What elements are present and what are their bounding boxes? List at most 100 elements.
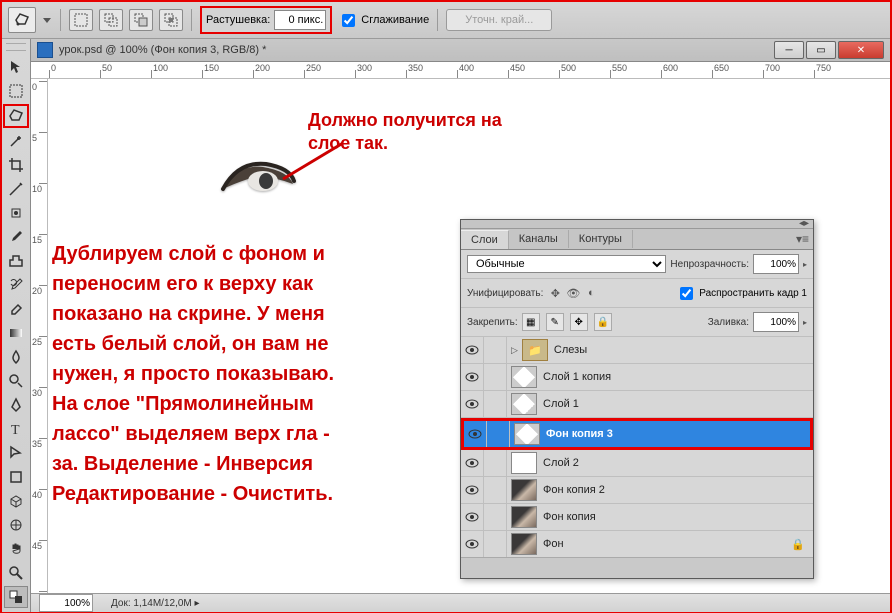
history-brush-tool[interactable]	[4, 274, 28, 296]
visibility-toggle[interactable]	[461, 531, 484, 557]
layer-name[interactable]: Фон	[543, 538, 791, 550]
magic-wand-tool[interactable]	[4, 130, 28, 152]
blur-tool[interactable]	[4, 346, 28, 368]
propagate-check[interactable]	[680, 287, 693, 300]
ruler-vertical[interactable]: 05101520253035404550	[31, 79, 48, 593]
unify-style-icon[interactable]: ◐	[583, 286, 599, 300]
selection-new-button[interactable]	[69, 9, 93, 31]
layer-row[interactable]: Фон копия 3	[461, 418, 813, 450]
layer-name[interactable]: Слой 2	[543, 457, 813, 469]
healing-brush-tool[interactable]	[4, 202, 28, 224]
layer-row[interactable]: Слой 1 копия	[461, 364, 813, 391]
unify-position-icon[interactable]: ✥	[547, 286, 563, 300]
opacity-dropdown[interactable]: ▸	[803, 260, 807, 269]
window-close-button[interactable]: ✕	[838, 41, 884, 59]
link-cell[interactable]	[487, 421, 510, 447]
layer-row[interactable]: Слой 1	[461, 391, 813, 418]
lock-position-button[interactable]: ✥	[570, 313, 588, 331]
group-toggle-icon[interactable]: ▷	[511, 345, 518, 356]
selection-add-button[interactable]	[99, 9, 123, 31]
link-cell[interactable]	[484, 364, 507, 390]
tool-preset-dropdown[interactable]	[42, 8, 52, 32]
link-cell[interactable]	[484, 337, 507, 363]
hand-tool[interactable]	[4, 538, 28, 560]
link-cell[interactable]	[484, 504, 507, 530]
window-minimize-button[interactable]: ─	[774, 41, 804, 59]
visibility-toggle[interactable]	[461, 364, 484, 390]
fill-input[interactable]	[753, 312, 799, 332]
marquee-tool[interactable]	[4, 80, 28, 102]
lasso-tool[interactable]	[3, 104, 29, 128]
toolbox-grip[interactable]	[6, 43, 26, 51]
zoom-tool[interactable]	[4, 562, 28, 584]
opacity-input[interactable]	[753, 254, 799, 274]
type-tool[interactable]: T	[4, 418, 28, 440]
gradient-tool[interactable]	[4, 322, 28, 344]
move-tool[interactable]	[4, 56, 28, 78]
layer-name[interactable]: Слезы	[554, 344, 813, 356]
layer-row[interactable]: Слой 2	[461, 450, 813, 477]
shape-tool[interactable]	[4, 466, 28, 488]
zoom-input[interactable]	[39, 594, 93, 612]
layer-name[interactable]: Фон копия 3	[546, 428, 810, 440]
ruler-horizontal[interactable]: 0501001502002503003504004505005506006507…	[47, 62, 890, 79]
visibility-toggle[interactable]	[461, 391, 484, 417]
link-cell[interactable]	[484, 477, 507, 503]
lock-transparency-button[interactable]: ▦	[522, 313, 540, 331]
brush-tool[interactable]	[4, 226, 28, 248]
layer-row[interactable]: Фон копия	[461, 504, 813, 531]
active-tool-indicator[interactable]	[8, 7, 36, 33]
visibility-toggle[interactable]	[461, 477, 484, 503]
visibility-toggle[interactable]	[461, 504, 484, 530]
unify-visibility-icon[interactable]: 👁	[565, 286, 581, 300]
antialias-check[interactable]	[342, 14, 355, 27]
panel-grip[interactable]	[461, 220, 813, 229]
selection-intersect-button[interactable]	[159, 9, 183, 31]
propagate-label: Распространить кадр 1	[699, 288, 807, 299]
panel-footer-spacer	[461, 557, 813, 578]
tab-layers[interactable]: Слои	[461, 230, 509, 249]
layer-name[interactable]: Слой 1	[543, 398, 813, 410]
visibility-toggle[interactable]	[461, 450, 484, 476]
path-selection-tool[interactable]	[4, 442, 28, 464]
layer-row[interactable]: Фон🔒	[461, 531, 813, 558]
3d-tool[interactable]	[4, 490, 28, 512]
clone-stamp-tool[interactable]	[4, 250, 28, 272]
fill-dropdown[interactable]: ▸	[803, 318, 807, 327]
annotation-text: Должно получится на	[308, 110, 502, 130]
pen-tool[interactable]	[4, 394, 28, 416]
eraser-tool[interactable]	[4, 298, 28, 320]
crop-tool[interactable]	[4, 154, 28, 176]
default-colors-button[interactable]	[4, 586, 28, 608]
layer-name[interactable]: Слой 1 копия	[543, 371, 813, 383]
panel-menu-button[interactable]: ▾≡	[796, 232, 809, 246]
link-cell[interactable]	[484, 450, 507, 476]
link-cell[interactable]	[484, 391, 507, 417]
blend-mode-select[interactable]: Обычные	[467, 255, 666, 273]
antialias-checkbox[interactable]: Сглаживание	[338, 11, 429, 30]
canvas[interactable]: Должно получится на слое так. Дублируем …	[48, 79, 890, 593]
layer-name[interactable]: Фон копия 2	[543, 484, 813, 496]
link-cell[interactable]	[484, 531, 507, 557]
ruler-corner[interactable]	[31, 62, 48, 79]
lock-pixels-button[interactable]: ✎	[546, 313, 564, 331]
feather-input[interactable]	[274, 10, 326, 30]
lock-label: Закрепить:	[467, 317, 518, 328]
layer-row[interactable]: ▷📁Слезы	[461, 337, 813, 364]
3d-camera-tool[interactable]	[4, 514, 28, 536]
tab-paths[interactable]: Контуры	[569, 230, 633, 248]
layer-row[interactable]: Фон копия 2	[461, 477, 813, 504]
dodge-tool[interactable]	[4, 370, 28, 392]
layer-name[interactable]: Фон копия	[543, 511, 813, 523]
status-dropdown[interactable]: ▸	[195, 598, 200, 609]
eyedropper-tool[interactable]	[4, 178, 28, 200]
lock-all-button[interactable]: 🔒	[594, 313, 612, 331]
tab-channels[interactable]: Каналы	[509, 230, 569, 248]
selection-subtract-button[interactable]	[129, 9, 153, 31]
window-maximize-button[interactable]: ▭	[806, 41, 836, 59]
visibility-toggle[interactable]	[464, 421, 487, 447]
visibility-toggle[interactable]	[461, 337, 484, 363]
lock-fill-row: Закрепить: ▦ ✎ ✥ 🔒 Заливка: ▸	[461, 308, 813, 337]
propagate-frame-checkbox[interactable]: Распространить кадр 1	[676, 284, 807, 303]
refine-edge-button[interactable]: Уточн. край...	[446, 9, 552, 31]
